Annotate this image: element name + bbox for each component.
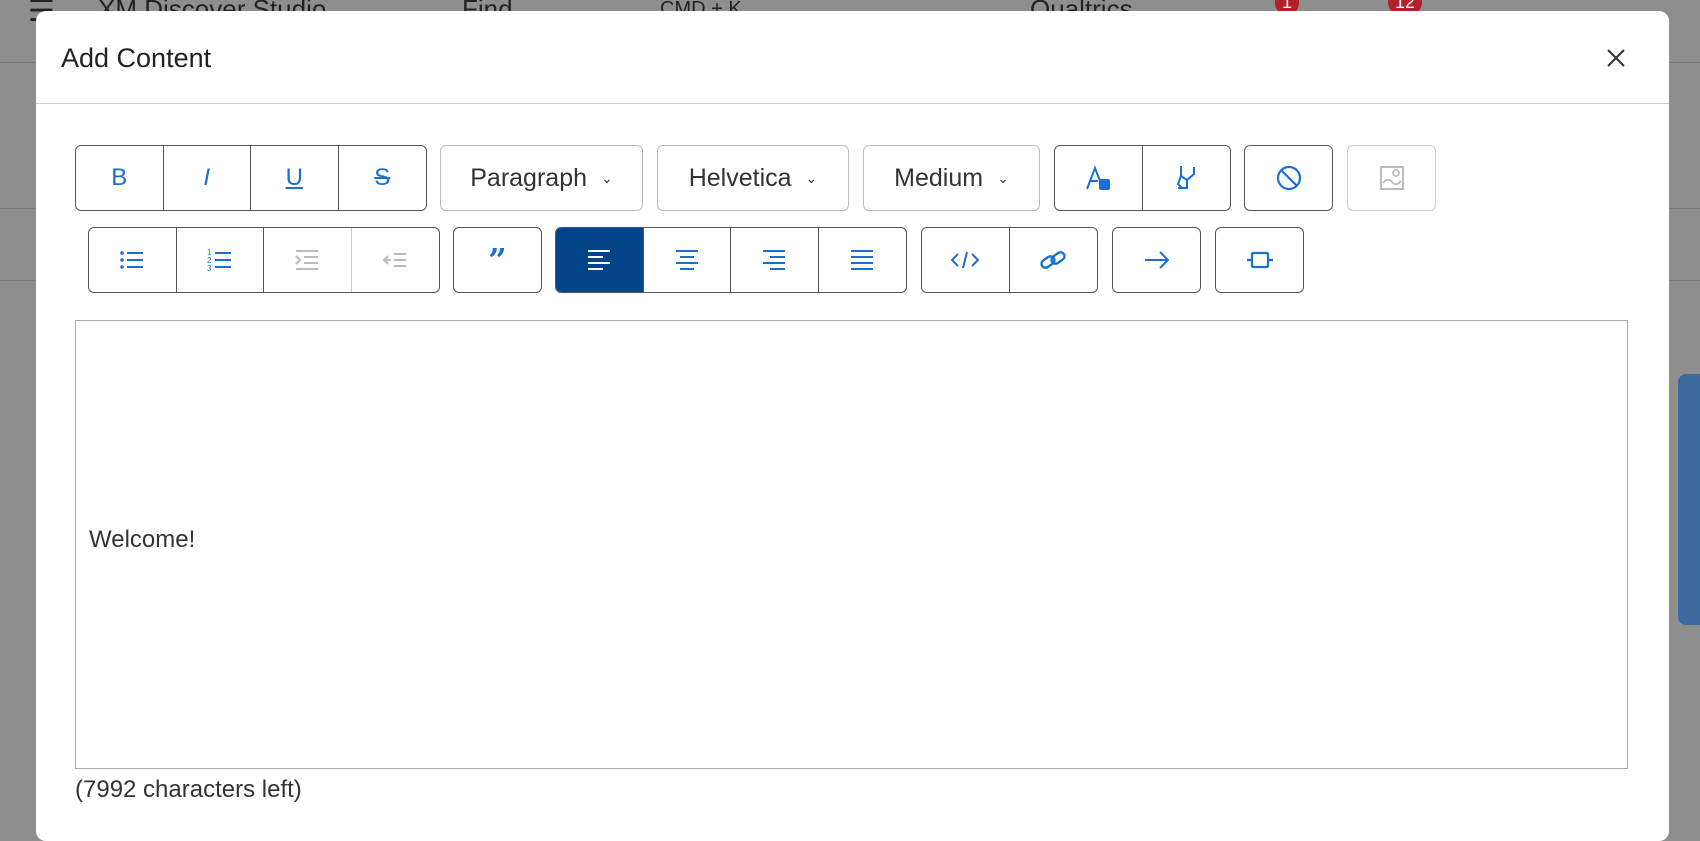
code-button[interactable]: [922, 228, 1010, 292]
clear-format-group: [1244, 145, 1333, 211]
modal-header: Add Content: [36, 11, 1669, 104]
font-family-dropdown[interactable]: Helvetica ⌄: [657, 145, 849, 211]
chevron-down-icon: ⌄: [997, 169, 1009, 186]
block-format-dropdown[interactable]: Paragraph ⌄: [440, 145, 643, 211]
underline-button[interactable]: U: [251, 146, 339, 210]
chevron-down-icon: ⌄: [805, 169, 818, 186]
close-icon[interactable]: [1603, 45, 1629, 71]
outdent-icon: [382, 253, 407, 267]
justify-icon: [851, 250, 874, 270]
insert-image-button[interactable]: [1348, 146, 1435, 210]
box-group: [1215, 227, 1304, 293]
align-center-icon: [675, 250, 698, 270]
highlighter-icon: [1177, 166, 1196, 189]
blockquote-button[interactable]: ”: [454, 228, 541, 292]
align-left-button[interactable]: [556, 228, 644, 292]
link-icon: [1040, 251, 1066, 269]
side-panel-tab[interactable]: [1678, 374, 1700, 625]
image-icon: [1379, 166, 1404, 190]
strikethrough-button[interactable]: S: [339, 146, 427, 210]
outdent-button[interactable]: [352, 228, 440, 292]
modal-title: Add Content: [61, 43, 212, 73]
rich-text-editor[interactable]: Welcome!: [75, 320, 1628, 769]
highlight-button[interactable]: [1143, 146, 1231, 210]
text-color-button[interactable]: [1055, 146, 1143, 210]
align-right-button[interactable]: [731, 228, 819, 292]
align-center-button[interactable]: [644, 228, 731, 292]
box-button[interactable]: [1216, 228, 1303, 292]
align-left-icon: [588, 250, 611, 270]
arrow-group: [1112, 227, 1201, 293]
font-size-value: Medium: [894, 163, 984, 192]
numbered-list-icon: 123: [207, 248, 231, 272]
italic-button[interactable]: I: [164, 146, 251, 210]
prohibit-icon: [1276, 165, 1301, 191]
character-count: (7992 characters left): [75, 776, 302, 803]
image-group: [1347, 145, 1436, 211]
font-family-value: Helvetica: [688, 163, 792, 192]
add-content-modal: Add Content B I U S Paragraph ⌄ Helvetica…: [36, 11, 1669, 841]
chevron-down-icon: ⌄: [601, 169, 613, 186]
indent-icon: [295, 250, 319, 270]
clear-formatting-button[interactable]: [1245, 146, 1332, 210]
quote-group: ”: [453, 227, 542, 293]
link-button[interactable]: [1010, 228, 1098, 292]
arrow-right-icon: [1144, 251, 1169, 269]
svg-text:3: 3: [207, 264, 212, 272]
code-icon: [950, 251, 980, 269]
text-style-group: B I U S: [75, 145, 427, 211]
editor-content: Welcome!: [89, 526, 196, 553]
insert-group: [921, 227, 1098, 293]
text-color-icon: [1086, 165, 1111, 190]
font-size-dropdown[interactable]: Medium ⌄: [863, 145, 1040, 211]
bulleted-list-icon: [120, 251, 144, 269]
box-icon: [1246, 251, 1273, 269]
align-right-icon: [763, 250, 786, 270]
bulleted-list-button[interactable]: [89, 228, 177, 292]
list-group: 123: [88, 227, 440, 293]
block-format-value: Paragraph: [470, 163, 587, 192]
color-group: [1054, 145, 1231, 211]
alignment-group: [555, 227, 907, 293]
numbered-list-button[interactable]: 123: [177, 228, 264, 292]
justify-button[interactable]: [819, 228, 907, 292]
arrow-button[interactable]: [1113, 228, 1200, 292]
bold-button[interactable]: B: [76, 146, 164, 210]
indent-button[interactable]: [264, 228, 352, 292]
